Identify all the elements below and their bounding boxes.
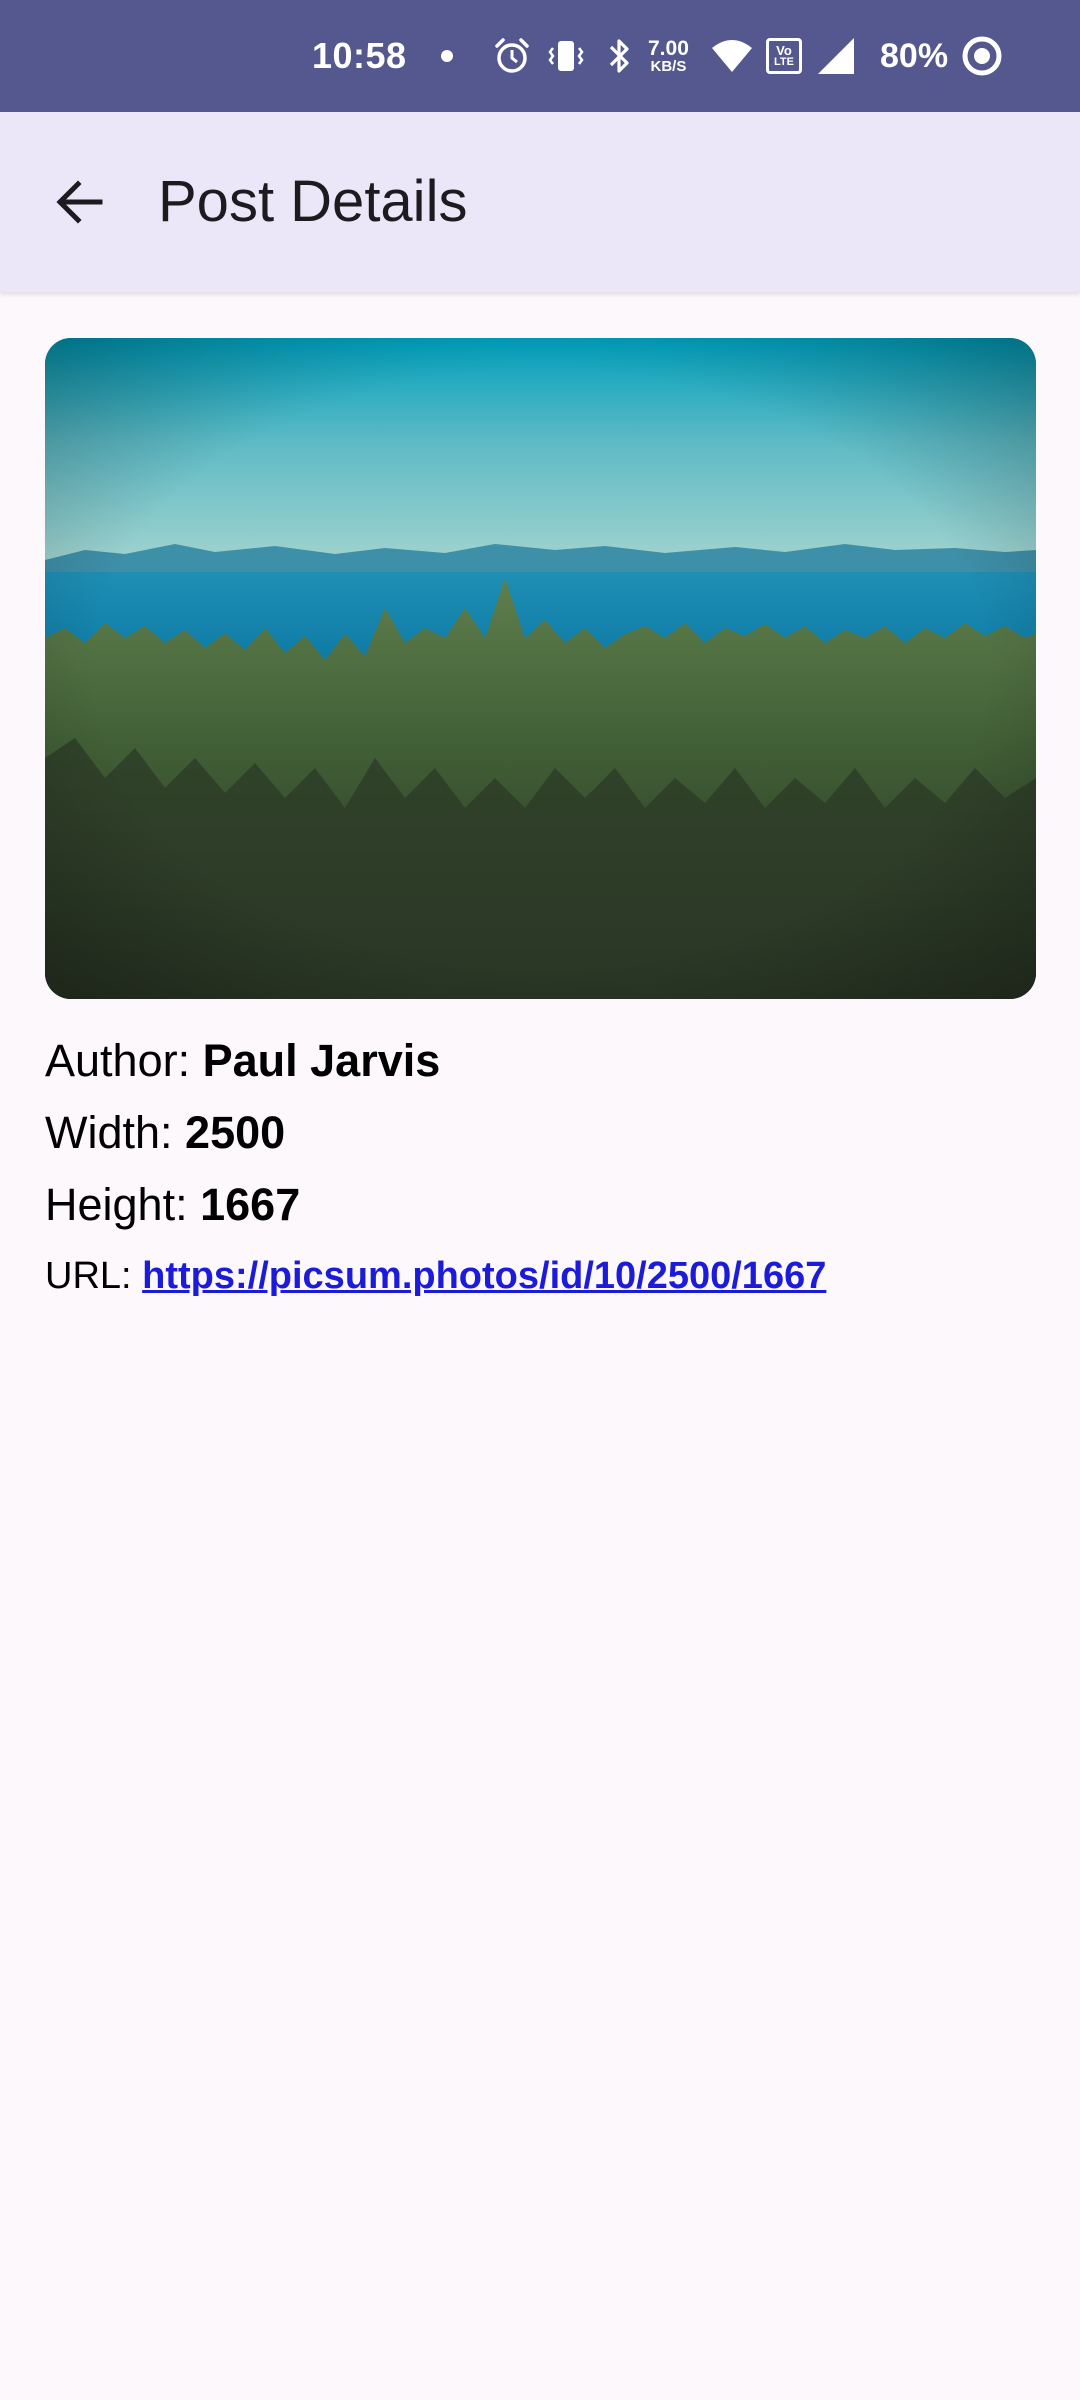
cellular-signal-icon <box>816 0 856 112</box>
url-link[interactable]: https://picsum.photos/id/10/2500/1667 <box>142 1255 826 1297</box>
width-row: Width: 2500 <box>45 1107 285 1159</box>
author-value: Paul Jarvis <box>202 1035 441 1086</box>
volte-icon: Vo LTE <box>766 0 802 112</box>
url-row: URL: https://picsum.photos/id/10/2500/16… <box>45 1255 826 1298</box>
height-value: 1667 <box>200 1179 301 1230</box>
volte-label-bottom: LTE <box>774 56 794 68</box>
battery-percentage: 80% <box>880 36 949 75</box>
status-time: 10:58 <box>312 35 407 76</box>
width-label: Width: <box>45 1107 173 1158</box>
notification-dot-icon <box>441 0 453 112</box>
back-button[interactable] <box>44 162 116 242</box>
author-row: Author: Paul Jarvis <box>45 1035 440 1087</box>
height-label: Height: <box>45 1179 188 1230</box>
arrow-back-icon <box>56 180 103 224</box>
battery-ring-icon <box>960 0 1004 112</box>
status-bar: 10:58 7.00 KB/S Vo LTE 80% <box>0 0 1080 112</box>
width-value: 2500 <box>185 1107 286 1158</box>
vibrate-icon <box>546 0 586 112</box>
wifi-icon <box>710 0 754 112</box>
network-speed-value: 7.00 <box>648 37 689 60</box>
page-title: Post Details <box>158 169 468 234</box>
alarm-icon <box>492 0 532 112</box>
url-label: URL: <box>45 1255 132 1297</box>
height-row: Height: 1667 <box>45 1179 300 1231</box>
author-label: Author: <box>45 1035 191 1086</box>
network-speed-unit: KB/S <box>650 58 687 75</box>
network-speed: 7.00 KB/S <box>648 0 689 112</box>
top-app-bar: Post Details <box>0 112 1080 292</box>
bluetooth-icon <box>602 0 636 112</box>
post-image <box>45 338 1036 999</box>
